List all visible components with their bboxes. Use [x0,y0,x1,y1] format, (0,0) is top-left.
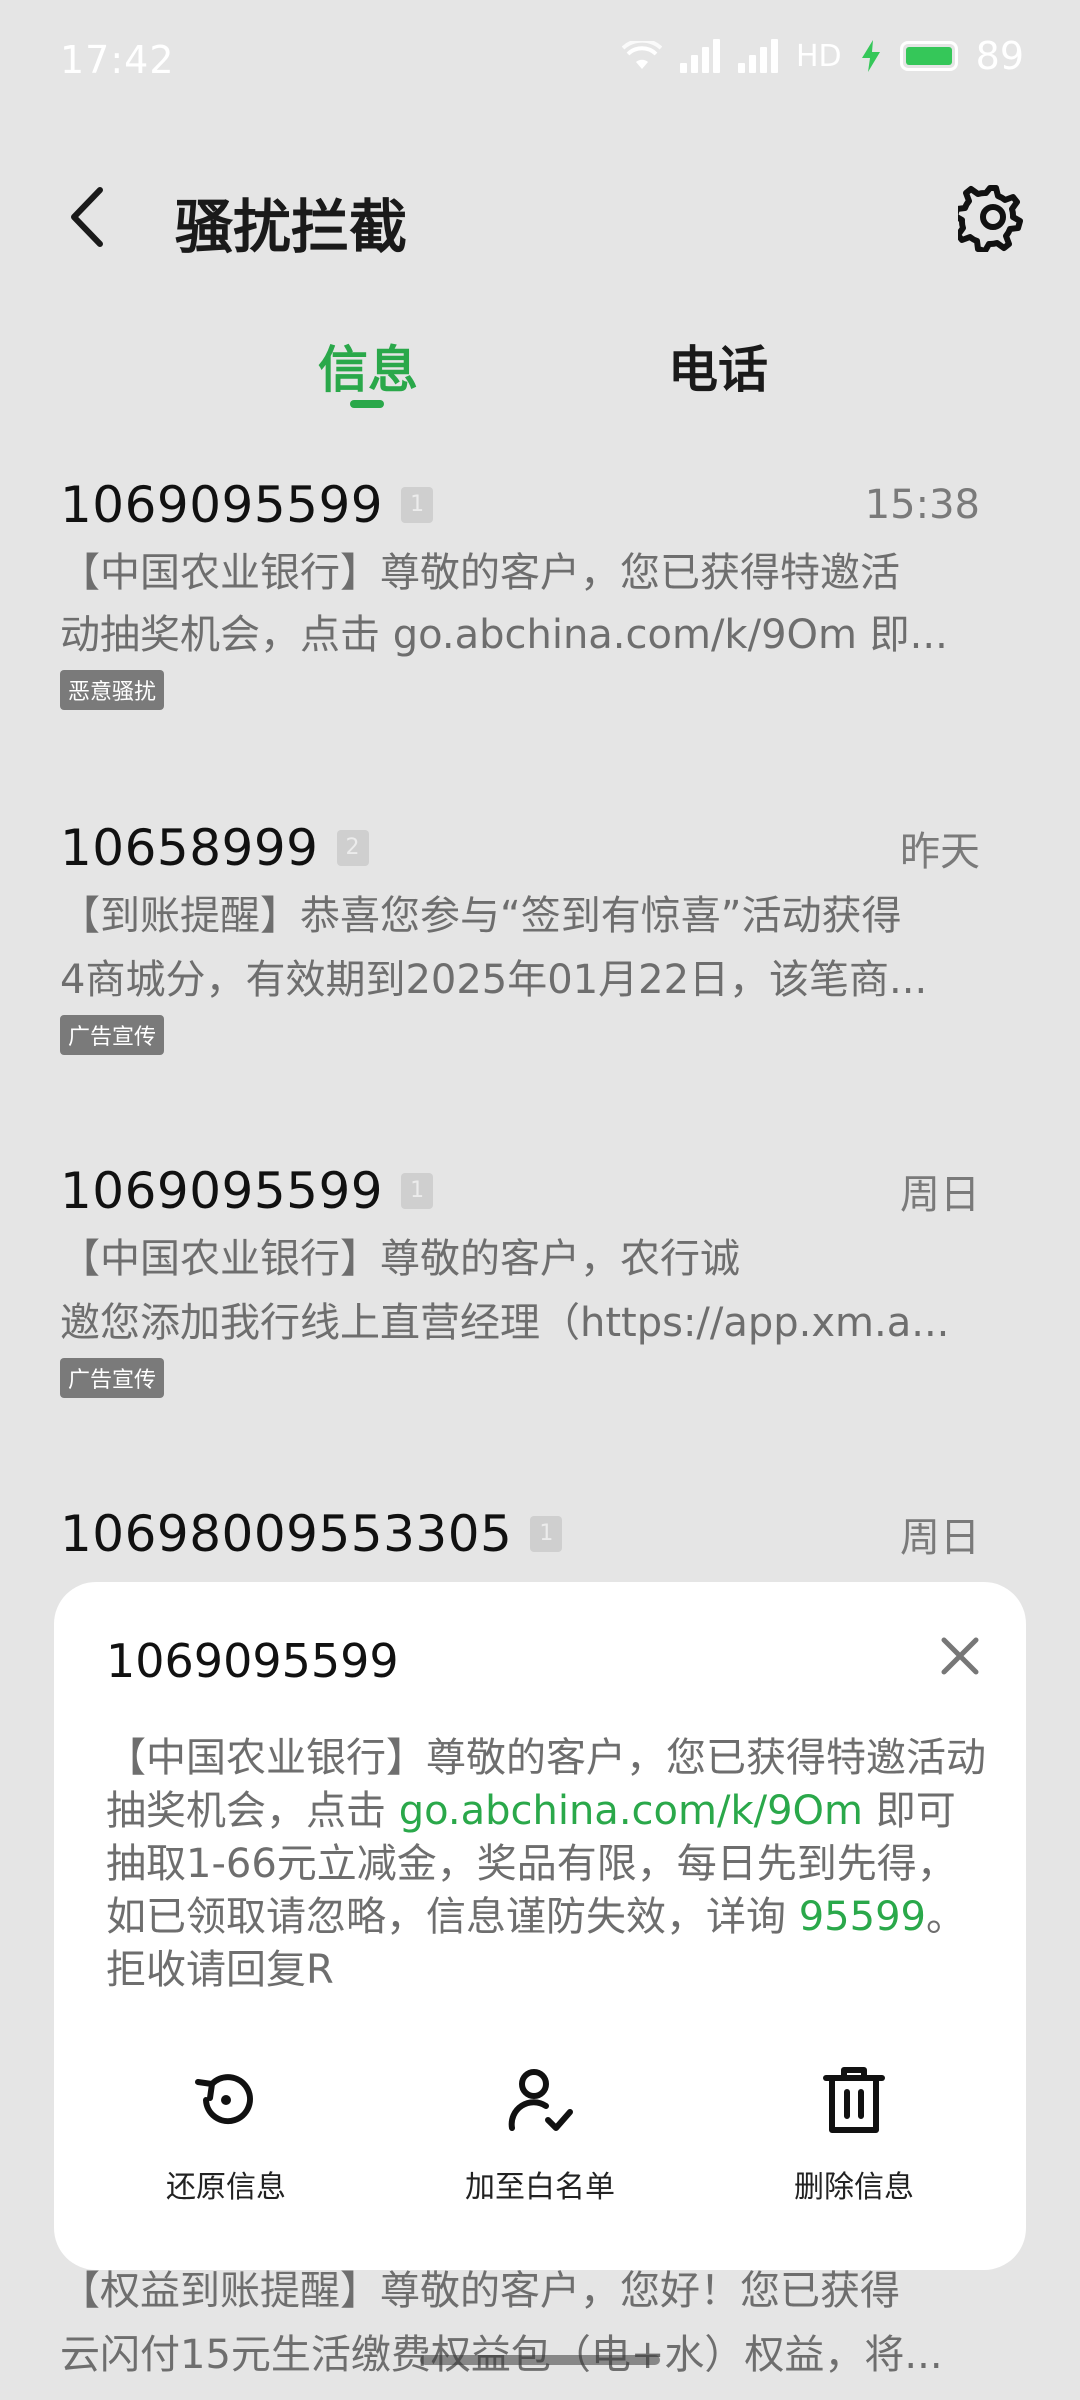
message-preview-line2: 4商城分，有效期到2025年01月22日，该笔商... [60,957,928,1003]
sim-icon: 1 [401,487,434,523]
trash-icon [823,2067,885,2133]
sim-icon: 1 [401,1173,434,1209]
home-indicator[interactable] [420,2355,660,2365]
battery-level: 89 [975,34,1024,78]
tab-indicator [350,400,384,408]
restore-button[interactable]: 还原信息 [96,2062,356,2206]
message-time: 15:38 [864,482,980,528]
app-header: 骚扰拦截 [0,160,1080,280]
tab-bar: 信息 电话 [0,330,1080,420]
status-time: 17:42 [60,38,175,82]
delete-label: 删除信息 [794,2170,914,2205]
status-icons: HD 89 [621,34,1024,78]
sender-number: 10698009553305 [60,1505,513,1563]
message-preview-line1: 【中国农业银行】尊敬的客户，农行诚 [60,1236,740,1282]
whitelist-icon [508,2069,573,2131]
gear-icon[interactable] [958,182,1028,252]
restore-icon [195,2074,253,2125]
back-arrow-icon[interactable] [60,182,120,252]
add-whitelist-button[interactable]: 加至白名单 [410,2062,670,2206]
list-item[interactable]: 1069095599 1 15:38 【中国农业银行】尊敬的客户，您已获得特邀活… [60,470,980,710]
category-tag: 恶意骚扰 [60,670,165,710]
list-item[interactable]: 【权益到账提醒】尊敬的客户，您好！您已获得 云闪付15元生活缴费权益包（电+水）… [60,2258,1000,2386]
message-preview-line2: 邀您添加我行线上直营经理（https://app.xm.a... [60,1300,950,1346]
message-time: 周日 [900,1515,980,1561]
message-body: 【中国农业银行】尊敬的客户，您已获得特邀活动抽奖机会，点击 go.abchina… [106,1732,986,1997]
tab-calls[interactable]: 电话 [668,330,768,402]
list-item[interactable]: 10698009553305 1 周日 [60,1499,980,1569]
list-item[interactable]: 10658999 2 昨天 【到账提醒】恭喜您参与“签到有惊喜”活动获得 4商城… [60,813,980,1055]
message-preview-line1: 【中国农业银行】尊敬的客户，您已获得特邀活 [60,550,900,596]
hd-indicator: HD [795,38,842,74]
status-bar: 17:42 HD 89 [0,0,1080,120]
message-time: 昨天 [900,829,980,875]
tab-messages[interactable]: 信息 [318,330,418,402]
message-link-url[interactable]: go.abchina.com/k/9Om [399,1788,863,1834]
sender-number: 1069095599 [60,1162,384,1220]
category-tag: 广告宣传 [60,1015,165,1055]
sim-icon: 1 [530,1516,563,1552]
category-tag: 广告宣传 [60,1358,165,1398]
wifi-icon [621,41,662,69]
list-item[interactable]: 1069095599 1 周日 【中国农业银行】尊敬的客户，农行诚 邀您添加我行… [60,1156,980,1398]
close-icon[interactable] [936,1632,984,1680]
sender-number: 10658999 [60,819,319,877]
sender-number: 1069095599 [60,476,384,534]
message-preview-line1: 【到账提醒】恭喜您参与“签到有惊喜”活动获得 [60,893,902,939]
sheet-sender-number: 1069095599 [106,1634,399,1688]
delete-button[interactable]: 删除信息 [724,2062,984,2206]
message-detail-sheet: 1069095599 【中国农业银行】尊敬的客户，您已获得特邀活动抽奖机会，点击… [54,1582,1026,2270]
battery-icon [899,41,958,71]
signal-5g-icon [679,39,720,73]
page-title: 骚扰拦截 [175,193,408,261]
message-time: 周日 [900,1172,980,1218]
whitelist-label: 加至白名单 [465,2170,615,2205]
message-preview-line2: 动抽奖机会，点击 go.abchina.com/k/9Om 即... [60,612,948,658]
message-link-phone[interactable]: 95599 [799,1894,926,1940]
charging-icon [861,40,880,72]
signal-4g-icon [737,39,778,73]
sim-icon: 2 [336,830,369,866]
restore-label: 还原信息 [166,2170,286,2205]
